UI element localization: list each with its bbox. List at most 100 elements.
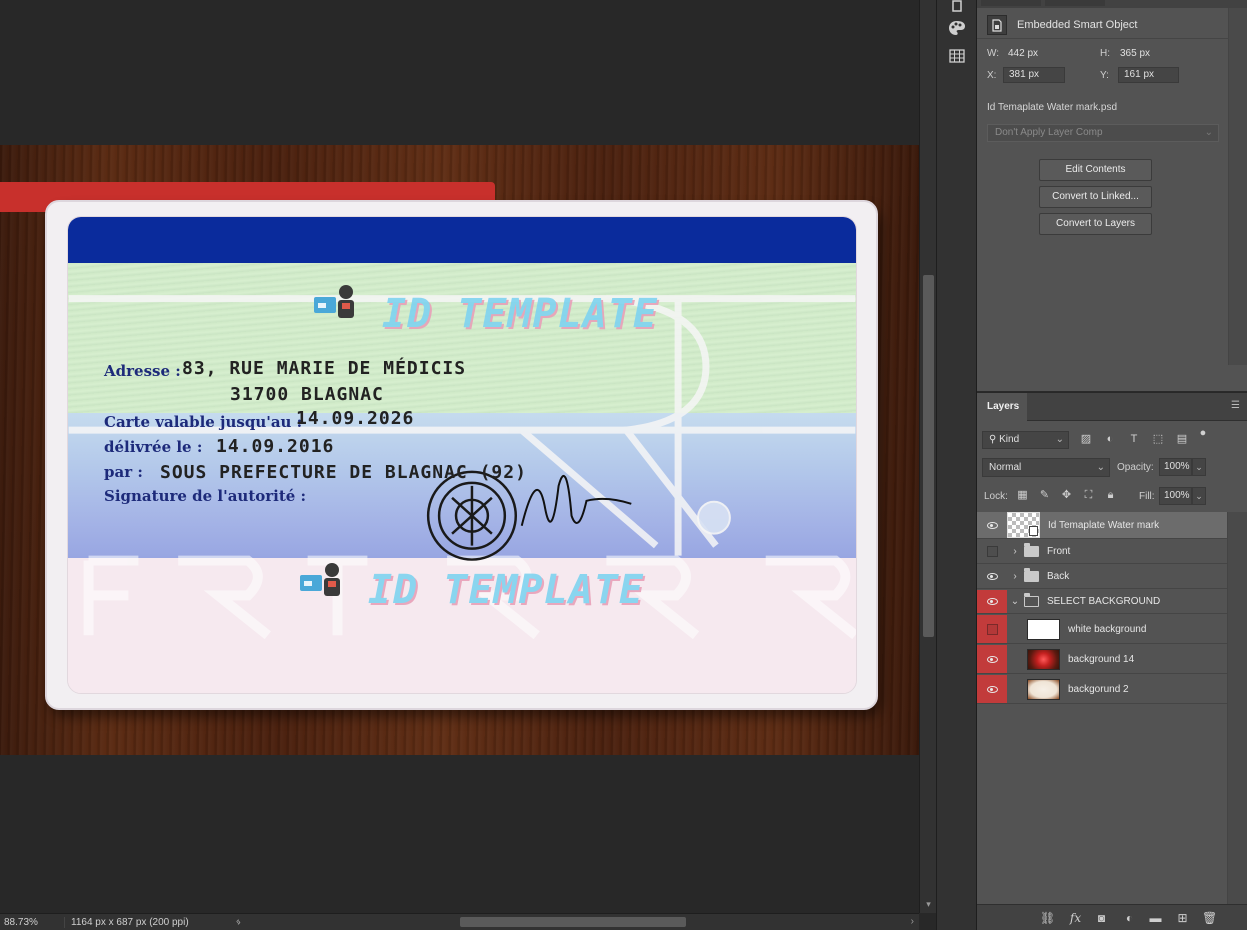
layer-name: background 14: [1068, 653, 1135, 665]
lock-brush-icon[interactable]: ✎: [1038, 489, 1051, 502]
scroll-right-arrow-icon[interactable]: ›: [911, 916, 914, 927]
add-mask-icon[interactable]: ◙: [1094, 911, 1109, 925]
panel-icon-strip: [936, 0, 977, 930]
valid-until-label: Carte valable jusqu'au :: [104, 413, 303, 431]
layer-row-white-background[interactable]: white background: [977, 615, 1227, 644]
eye-icon: [986, 655, 998, 663]
properties-tab[interactable]: [981, 0, 1041, 6]
fill-field[interactable]: 100%: [1159, 487, 1192, 505]
visibility-toggle[interactable]: [977, 645, 1007, 673]
adjustment-filter-icon[interactable]: ◐: [1103, 432, 1117, 446]
layer-name: white background: [1068, 623, 1147, 635]
type-filter-icon[interactable]: T: [1127, 432, 1141, 446]
chevron-down-icon[interactable]: ⌄: [1010, 596, 1020, 607]
layer-name: Back: [1047, 571, 1070, 582]
fill-label: Fill:: [1139, 491, 1155, 502]
shape-filter-icon[interactable]: ⬚: [1151, 432, 1165, 446]
delete-layer-icon[interactable]: 🗑︎: [1202, 911, 1217, 925]
layer-thumbnail: [1027, 648, 1060, 670]
layers-scrollbar[interactable]: [1227, 512, 1247, 904]
visibility-toggle[interactable]: [977, 565, 1007, 588]
canvas-horizontal-scrollbar[interactable]: ‹ ›: [236, 916, 918, 928]
document-image[interactable]: ID TEMPLATE ID TEMPLATE Adresse : 83, RU…: [0, 145, 919, 755]
canvas-vertical-scrollbar[interactable]: ▾: [919, 0, 936, 913]
x-label: X:: [987, 70, 997, 81]
color-palette-icon[interactable]: [947, 18, 967, 38]
eye-icon: [986, 598, 998, 605]
smart-object-filter-icon[interactable]: ▤: [1175, 432, 1189, 446]
convert-to-linked-button[interactable]: Convert to Linked...: [1039, 186, 1152, 208]
smart-object-type: Embedded Smart Object: [1017, 19, 1138, 31]
lock-all-icon[interactable]: 🔒︎: [1104, 489, 1117, 502]
y-label: Y:: [1100, 70, 1109, 81]
chevron-down-icon: ⌄: [1204, 127, 1213, 138]
search-icon: ⚲: [989, 434, 1000, 445]
pixel-filter-icon[interactable]: ▨: [1079, 432, 1093, 446]
layer-comp-select[interactable]: Don't Apply Layer Comp ⌄: [987, 124, 1219, 142]
height-value[interactable]: 365 px: [1120, 48, 1150, 59]
filter-toggle-icon[interactable]: ●: [1196, 426, 1210, 440]
layer-filter-row: ⚲ Kind ⌄ ▨ ◐ T ⬚ ▤ ●: [982, 427, 1244, 450]
y-position-field[interactable]: 161 px: [1118, 67, 1179, 83]
lock-position-icon[interactable]: ✥: [1060, 489, 1073, 502]
opacity-field[interactable]: 100%: [1159, 458, 1192, 476]
x-position-field[interactable]: 381 px: [1003, 67, 1065, 83]
layer-row-back[interactable]: › Back: [977, 565, 1227, 589]
link-layers-icon[interactable]: ⛓: [1040, 911, 1055, 925]
layer-row-front[interactable]: › Front: [977, 540, 1227, 564]
layer-comp-value: Don't Apply Layer Comp: [995, 127, 1103, 138]
history-icon[interactable]: [947, 0, 967, 16]
lock-transparent-icon[interactable]: ▦: [1016, 489, 1029, 502]
opacity-chevron-icon[interactable]: ⌄: [1192, 458, 1206, 476]
visibility-toggle[interactable]: [977, 590, 1007, 613]
new-group-icon[interactable]: ▬: [1148, 911, 1163, 925]
signature-label: Signature de l'autorité :: [104, 487, 307, 505]
hidden-visibility-box: [986, 546, 998, 557]
folder-icon: [1024, 568, 1039, 582]
horizontal-scroll-thumb[interactable]: [460, 917, 686, 927]
blend-mode-select[interactable]: Normal ⌄: [982, 458, 1110, 477]
chevron-right-icon[interactable]: ›: [1010, 571, 1020, 582]
convert-to-layers-button[interactable]: Convert to Layers: [1039, 213, 1152, 235]
document-canvas[interactable]: ID TEMPLATE ID TEMPLATE Adresse : 83, RU…: [0, 0, 919, 913]
swatches-grid-icon[interactable]: [947, 46, 967, 66]
width-value[interactable]: 442 px: [1008, 48, 1038, 59]
valid-until-value: 14.09.2026: [296, 408, 415, 429]
vertical-scroll-thumb[interactable]: [923, 275, 934, 637]
open-folder-icon: [1024, 593, 1039, 607]
chevron-right-icon[interactable]: ›: [1010, 546, 1020, 557]
watermark-person-icon-bottom: [300, 563, 340, 596]
zoom-level[interactable]: 88.73%: [0, 917, 64, 928]
scroll-left-arrow-icon[interactable]: ‹: [236, 916, 239, 927]
issued-on-label: délivrée le :: [104, 438, 203, 456]
scroll-down-arrow-icon[interactable]: ▾: [924, 900, 933, 909]
adjustments-tab[interactable]: [1045, 0, 1105, 6]
filter-kind-value: Kind: [999, 434, 1020, 445]
smart-object-icon: [987, 15, 1007, 35]
layer-name: Front: [1047, 546, 1071, 557]
fill-chevron-icon[interactable]: ⌄: [1192, 487, 1206, 505]
new-layer-icon[interactable]: ⊞: [1175, 911, 1190, 925]
smart-object-thumbnail: [1007, 512, 1040, 538]
lock-row: Lock: ▦ ✎ ✥ ⛶ 🔒︎ Fill: 100% ⌄: [982, 487, 1244, 507]
panel-menu-icon[interactable]: ☰: [1231, 401, 1241, 411]
fx-icon[interactable]: fx: [1068, 911, 1083, 925]
filter-kind-select[interactable]: ⚲ Kind ⌄: [982, 431, 1069, 449]
lock-artboard-icon[interactable]: ⛶: [1082, 489, 1095, 502]
layer-row-background-14[interactable]: background 14: [977, 645, 1227, 674]
layers-panel: Layers ☰ ⚲ Kind ⌄ ▨ ◐ T ⬚ ▤ ● Normal ⌄ O…: [977, 393, 1247, 930]
layer-row-watermark[interactable]: Id Temaplate Water mark: [977, 512, 1227, 539]
visibility-toggle[interactable]: [977, 675, 1007, 703]
properties-scrollbar[interactable]: [1229, 8, 1247, 365]
visibility-toggle[interactable]: [977, 540, 1007, 563]
visibility-toggle[interactable]: [977, 615, 1007, 643]
adjustment-layer-icon[interactable]: ◐: [1122, 911, 1137, 925]
tab-layers[interactable]: Layers: [977, 393, 1027, 421]
visibility-toggle[interactable]: [977, 512, 1007, 538]
opacity-label: Opacity:: [1117, 462, 1154, 473]
layer-row-select-background[interactable]: ⌄ SELECT BACKGROUND: [977, 590, 1227, 614]
edit-contents-button[interactable]: Edit Contents: [1039, 159, 1152, 181]
smart-object-header: Embedded Smart Object: [987, 14, 1137, 36]
layer-row-background-2[interactable]: backgorund 2: [977, 675, 1227, 704]
watermark-text-top: ID TEMPLATE: [382, 291, 658, 337]
